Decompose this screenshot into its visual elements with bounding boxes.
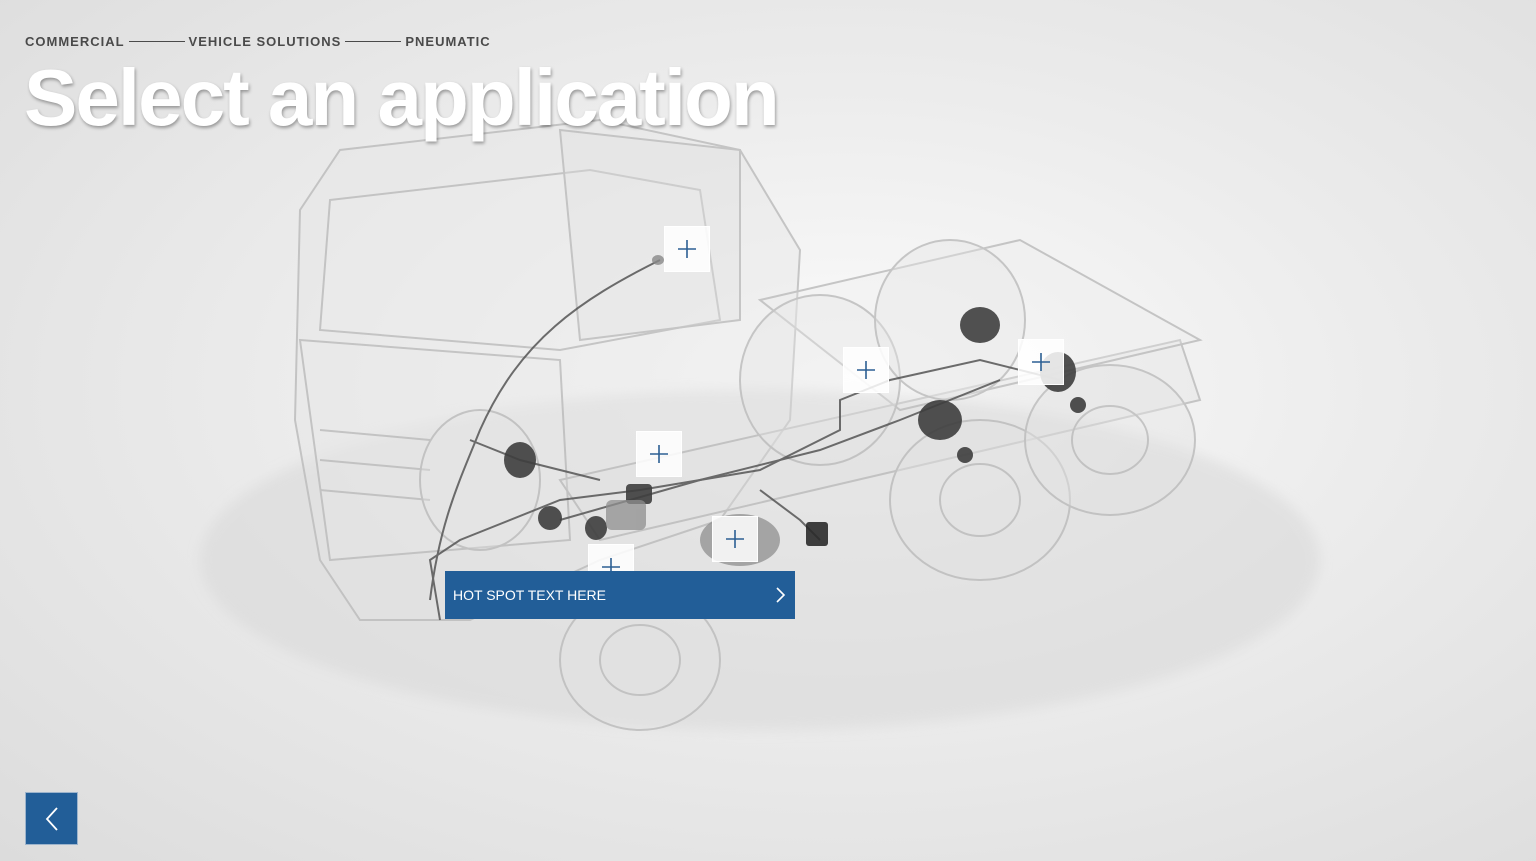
breadcrumb-separator — [345, 41, 402, 42]
chevron-right-icon — [776, 587, 786, 603]
plus-icon — [678, 240, 696, 258]
plus-icon — [1032, 353, 1050, 371]
plus-icon — [857, 361, 875, 379]
page-title: Select an application — [24, 53, 780, 142]
hotspot-front-axle[interactable] — [636, 431, 682, 477]
chevron-left-icon — [45, 806, 58, 831]
hotspot-popup[interactable]: HOT SPOT TEXT HERE — [445, 571, 795, 619]
hotspot-popup-label: HOT SPOT TEXT HERE — [453, 587, 607, 603]
plus-icon — [726, 530, 744, 548]
breadcrumb-item-commercial[interactable]: COMMERCIAL — [25, 34, 125, 49]
hotspot-tank[interactable] — [712, 516, 758, 562]
back-button[interactable] — [25, 792, 78, 845]
breadcrumb-item-vehicle-solutions[interactable]: VEHICLE SOLUTIONS — [189, 34, 342, 49]
hotspot-cab[interactable] — [664, 226, 710, 272]
breadcrumb-item-pneumatic: PNEUMATIC — [405, 34, 491, 49]
hotspot-rear-axle-1[interactable] — [843, 347, 889, 393]
breadcrumb: COMMERCIAL VEHICLE SOLUTIONS PNEUMATIC — [25, 34, 491, 49]
hotspot-rear-axle-2[interactable] — [1018, 339, 1064, 385]
breadcrumb-separator — [128, 41, 185, 42]
plus-icon — [650, 445, 668, 463]
